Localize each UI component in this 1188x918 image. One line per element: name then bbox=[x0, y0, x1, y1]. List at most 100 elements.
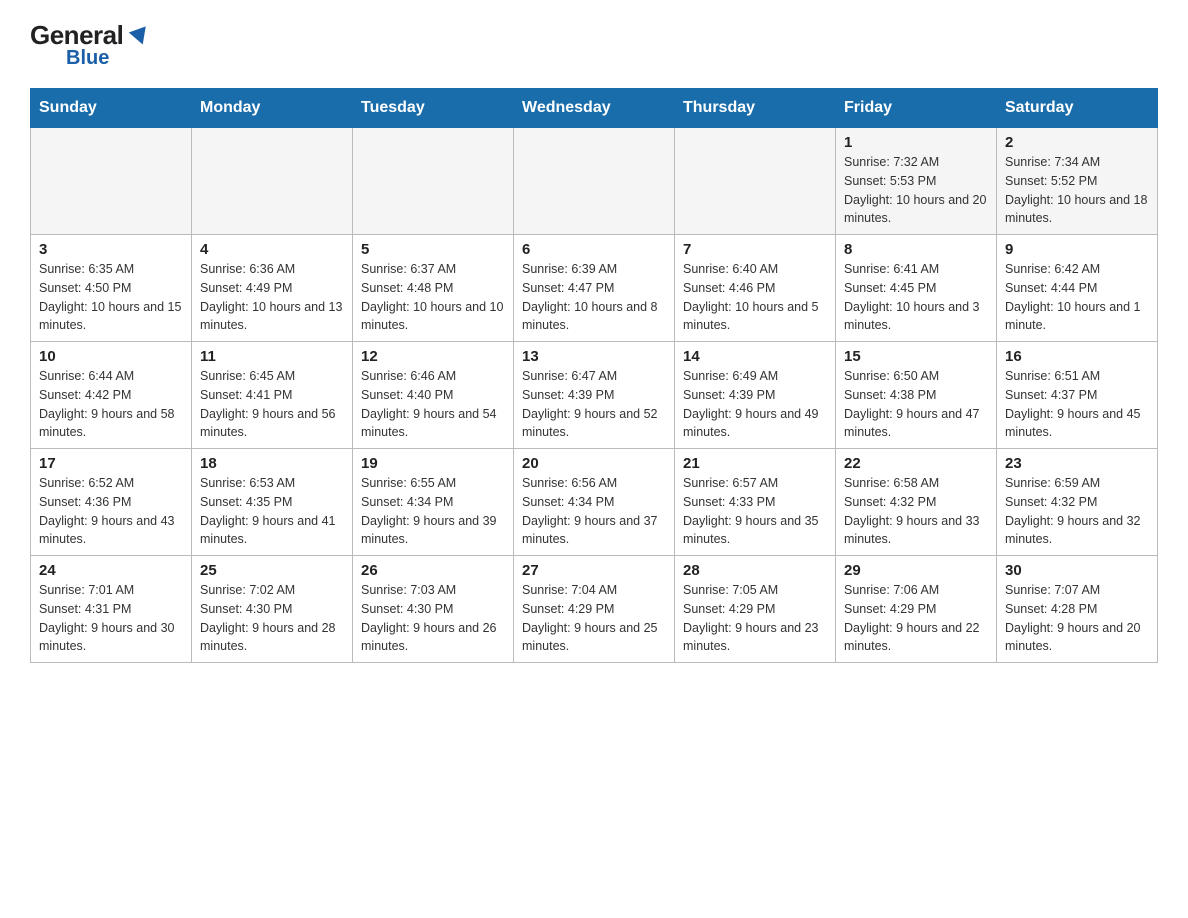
day-info: Sunrise: 6:46 AMSunset: 4:40 PMDaylight:… bbox=[361, 367, 505, 442]
column-header-monday: Monday bbox=[192, 89, 353, 128]
day-number: 29 bbox=[844, 562, 988, 579]
day-info: Sunrise: 7:03 AMSunset: 4:30 PMDaylight:… bbox=[361, 581, 505, 656]
calendar-cell: 22 Sunrise: 6:58 AMSunset: 4:32 PMDayligh… bbox=[836, 449, 997, 556]
day-info: Sunrise: 6:59 AMSunset: 4:32 PMDaylight:… bbox=[1005, 474, 1149, 549]
calendar-cell: 21Sunrise: 6:57 AMSunset: 4:33 PMDayligh… bbox=[675, 449, 836, 556]
column-header-friday: Friday bbox=[836, 89, 997, 128]
day-number: 24 bbox=[39, 562, 183, 579]
day-number: 9 bbox=[1005, 241, 1149, 258]
day-info: Sunrise: 6:49 AMSunset: 4:39 PMDaylight:… bbox=[683, 367, 827, 442]
day-info: Sunrise: 6:55 AMSunset: 4:34 PMDaylight:… bbox=[361, 474, 505, 549]
day-number: 15 bbox=[844, 348, 988, 365]
calendar-cell bbox=[514, 128, 675, 235]
day-number: 22 bbox=[844, 455, 988, 472]
day-number: 23 bbox=[1005, 455, 1149, 472]
calendar-cell bbox=[31, 128, 192, 235]
calendar-week-row: 10Sunrise: 6:44 AMSunset: 4:42 PMDayligh… bbox=[31, 342, 1158, 449]
day-number: 11 bbox=[200, 348, 344, 365]
day-info: Sunrise: 6:37 AMSunset: 4:48 PMDaylight:… bbox=[361, 260, 505, 335]
calendar-cell: 24 Sunrise: 7:01 AMSunset: 4:31 PMDayligh… bbox=[31, 556, 192, 663]
calendar-cell bbox=[353, 128, 514, 235]
day-info: Sunrise: 6:42 AMSunset: 4:44 PMDaylight:… bbox=[1005, 260, 1149, 335]
day-info: Sunrise: 7:05 AMSunset: 4:29 PMDaylight:… bbox=[683, 581, 827, 656]
calendar-cell: 8Sunrise: 6:41 AMSunset: 4:45 PMDaylight… bbox=[836, 235, 997, 342]
calendar-cell: 20Sunrise: 6:56 AMSunset: 4:34 PMDayligh… bbox=[514, 449, 675, 556]
column-header-thursday: Thursday bbox=[675, 89, 836, 128]
day-number: 14 bbox=[683, 348, 827, 365]
day-info: Sunrise: 7:01 AMSunset: 4:31 PMDaylight:… bbox=[39, 581, 183, 656]
column-header-wednesday: Wednesday bbox=[514, 89, 675, 128]
calendar-header-row: SundayMondayTuesdayWednesdayThursdayFrid… bbox=[31, 89, 1158, 128]
calendar-cell: 6 Sunrise: 6:39 AMSunset: 4:47 PMDaylight… bbox=[514, 235, 675, 342]
day-info: Sunrise: 6:36 AMSunset: 4:49 PMDaylight:… bbox=[200, 260, 344, 335]
day-info: Sunrise: 6:47 AMSunset: 4:39 PMDaylight:… bbox=[522, 367, 666, 442]
calendar-cell: 26Sunrise: 7:03 AMSunset: 4:30 PMDayligh… bbox=[353, 556, 514, 663]
logo: General Blue bbox=[30, 20, 149, 70]
day-number: 5 bbox=[361, 241, 505, 258]
day-info: Sunrise: 7:32 AMSunset: 5:53 PMDaylight:… bbox=[844, 153, 988, 228]
calendar-cell: 2 Sunrise: 7:34 AMSunset: 5:52 PMDaylight… bbox=[997, 128, 1158, 235]
calendar-cell: 25 Sunrise: 7:02 AMSunset: 4:30 PMDayligh… bbox=[192, 556, 353, 663]
calendar-cell: 19 Sunrise: 6:55 AMSunset: 4:34 PMDayligh… bbox=[353, 449, 514, 556]
logo-blue-text: Blue bbox=[66, 47, 109, 70]
calendar-cell: 30 Sunrise: 7:07 AMSunset: 4:28 PMDayligh… bbox=[997, 556, 1158, 663]
page-header: General Blue bbox=[30, 20, 1158, 70]
calendar-cell: 11 Sunrise: 6:45 AMSunset: 4:41 PMDayligh… bbox=[192, 342, 353, 449]
calendar-cell: 16 Sunrise: 6:51 AMSunset: 4:37 PMDayligh… bbox=[997, 342, 1158, 449]
day-info: Sunrise: 7:02 AMSunset: 4:30 PMDaylight:… bbox=[200, 581, 344, 656]
day-number: 28 bbox=[683, 562, 827, 579]
day-info: Sunrise: 6:45 AMSunset: 4:41 PMDaylight:… bbox=[200, 367, 344, 442]
day-info: Sunrise: 6:56 AMSunset: 4:34 PMDaylight:… bbox=[522, 474, 666, 549]
column-header-tuesday: Tuesday bbox=[353, 89, 514, 128]
day-number: 12 bbox=[361, 348, 505, 365]
day-number: 21 bbox=[683, 455, 827, 472]
calendar-cell: 15Sunrise: 6:50 AMSunset: 4:38 PMDayligh… bbox=[836, 342, 997, 449]
day-number: 27 bbox=[522, 562, 666, 579]
day-number: 2 bbox=[1005, 134, 1149, 151]
calendar-cell: 12 Sunrise: 6:46 AMSunset: 4:40 PMDayligh… bbox=[353, 342, 514, 449]
calendar-cell: 10Sunrise: 6:44 AMSunset: 4:42 PMDayligh… bbox=[31, 342, 192, 449]
calendar-cell: 1Sunrise: 7:32 AMSunset: 5:53 PMDaylight… bbox=[836, 128, 997, 235]
day-number: 30 bbox=[1005, 562, 1149, 579]
day-number: 19 bbox=[361, 455, 505, 472]
calendar-cell: 3Sunrise: 6:35 AMSunset: 4:50 PMDaylight… bbox=[31, 235, 192, 342]
calendar-week-row: 17 Sunrise: 6:52 AMSunset: 4:36 PMDayligh… bbox=[31, 449, 1158, 556]
calendar-cell: 28 Sunrise: 7:05 AMSunset: 4:29 PMDayligh… bbox=[675, 556, 836, 663]
calendar-cell: 23 Sunrise: 6:59 AMSunset: 4:32 PMDayligh… bbox=[997, 449, 1158, 556]
calendar-week-row: 24 Sunrise: 7:01 AMSunset: 4:31 PMDayligh… bbox=[31, 556, 1158, 663]
day-info: Sunrise: 7:06 AMSunset: 4:29 PMDaylight:… bbox=[844, 581, 988, 656]
day-number: 4 bbox=[200, 241, 344, 258]
day-info: Sunrise: 6:44 AMSunset: 4:42 PMDaylight:… bbox=[39, 367, 183, 442]
day-info: Sunrise: 6:58 AMSunset: 4:32 PMDaylight:… bbox=[844, 474, 988, 549]
day-info: Sunrise: 7:34 AMSunset: 5:52 PMDaylight:… bbox=[1005, 153, 1149, 228]
calendar-cell: 7 Sunrise: 6:40 AMSunset: 4:46 PMDaylight… bbox=[675, 235, 836, 342]
day-info: Sunrise: 7:04 AMSunset: 4:29 PMDaylight:… bbox=[522, 581, 666, 656]
day-info: Sunrise: 6:53 AMSunset: 4:35 PMDaylight:… bbox=[200, 474, 344, 549]
calendar-cell: 27 Sunrise: 7:04 AMSunset: 4:29 PMDayligh… bbox=[514, 556, 675, 663]
day-number: 25 bbox=[200, 562, 344, 579]
day-info: Sunrise: 6:51 AMSunset: 4:37 PMDaylight:… bbox=[1005, 367, 1149, 442]
day-number: 8 bbox=[844, 241, 988, 258]
day-number: 16 bbox=[1005, 348, 1149, 365]
day-info: Sunrise: 6:40 AMSunset: 4:46 PMDaylight:… bbox=[683, 260, 827, 335]
calendar-week-row: 3Sunrise: 6:35 AMSunset: 4:50 PMDaylight… bbox=[31, 235, 1158, 342]
day-number: 6 bbox=[522, 241, 666, 258]
logo-triangle-icon bbox=[129, 27, 151, 48]
day-info: Sunrise: 7:07 AMSunset: 4:28 PMDaylight:… bbox=[1005, 581, 1149, 656]
calendar-cell: 5 Sunrise: 6:37 AMSunset: 4:48 PMDaylight… bbox=[353, 235, 514, 342]
calendar-cell: 9 Sunrise: 6:42 AMSunset: 4:44 PMDaylight… bbox=[997, 235, 1158, 342]
day-number: 18 bbox=[200, 455, 344, 472]
calendar-cell: 14 Sunrise: 6:49 AMSunset: 4:39 PMDayligh… bbox=[675, 342, 836, 449]
column-header-saturday: Saturday bbox=[997, 89, 1158, 128]
day-number: 17 bbox=[39, 455, 183, 472]
day-number: 13 bbox=[522, 348, 666, 365]
calendar-week-row: 1Sunrise: 7:32 AMSunset: 5:53 PMDaylight… bbox=[31, 128, 1158, 235]
day-info: Sunrise: 6:39 AMSunset: 4:47 PMDaylight:… bbox=[522, 260, 666, 335]
day-number: 7 bbox=[683, 241, 827, 258]
calendar-table: SundayMondayTuesdayWednesdayThursdayFrid… bbox=[30, 88, 1158, 663]
day-info: Sunrise: 6:52 AMSunset: 4:36 PMDaylight:… bbox=[39, 474, 183, 549]
calendar-cell bbox=[192, 128, 353, 235]
calendar-cell: 18 Sunrise: 6:53 AMSunset: 4:35 PMDayligh… bbox=[192, 449, 353, 556]
calendar-cell: 29 Sunrise: 7:06 AMSunset: 4:29 PMDayligh… bbox=[836, 556, 997, 663]
calendar-cell: 13 Sunrise: 6:47 AMSunset: 4:39 PMDayligh… bbox=[514, 342, 675, 449]
